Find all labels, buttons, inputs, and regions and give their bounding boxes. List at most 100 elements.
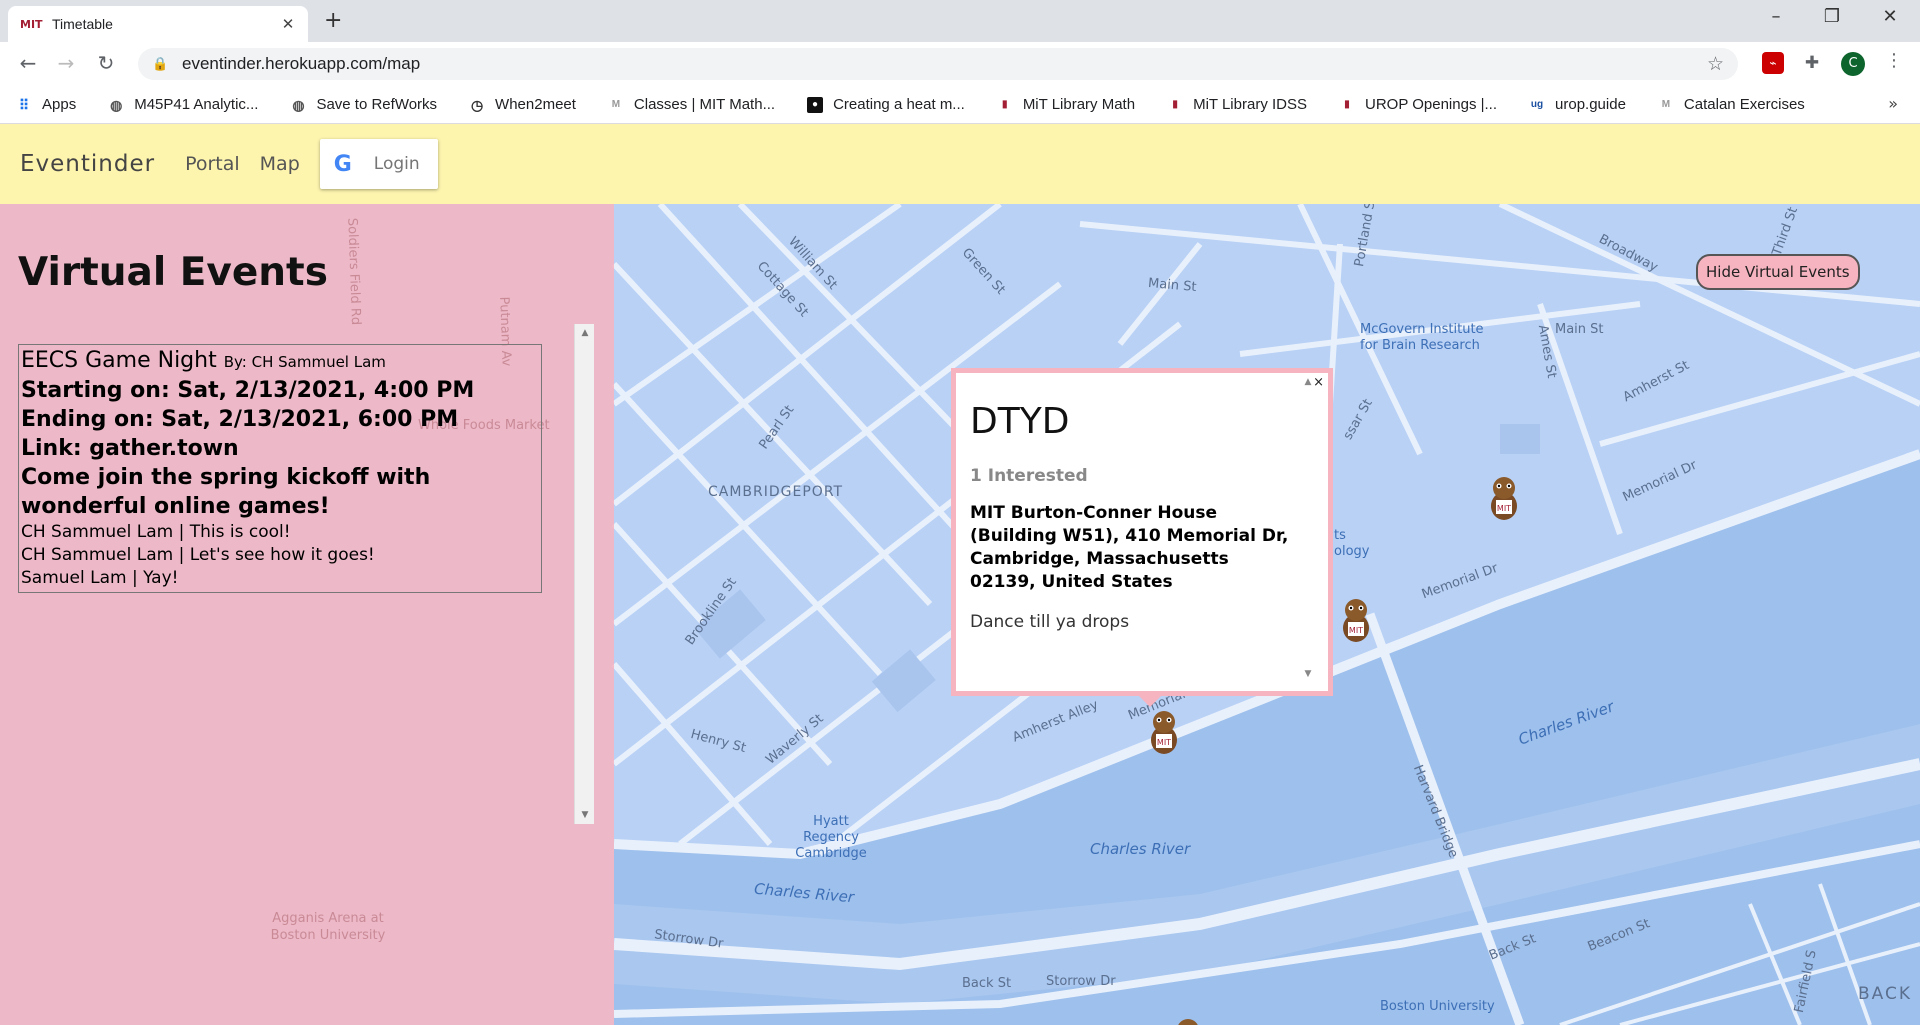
address-bar[interactable]: 🔒 eventinder.herokuapp.com/map ☆ [138,48,1738,80]
back-icon[interactable]: ← [14,51,42,75]
ug-icon: ug [1530,98,1544,110]
scroll-down-icon[interactable]: ▼ [575,810,595,820]
bookmark-apps[interactable]: ⠿ Apps [16,96,76,113]
popup-scrollbar[interactable]: ▲ ▼ [1300,373,1316,691]
map-label: Charles River [1090,840,1191,858]
apps-grid-icon: ⠿ [18,96,30,113]
event-comment: CH Sammuel Lam | This is cool! [21,522,291,542]
reload-icon[interactable]: ↻ [92,51,120,75]
forward-icon[interactable]: → [52,51,80,75]
event-comment: CH Sammuel Lam | Let's see how it goes! [21,545,375,565]
clock-icon: ◷ [470,96,484,113]
map-label: Storrow Dr [1046,974,1116,989]
mit-favicon-icon: MIT [20,17,43,31]
mit-icon: ▮ [1172,98,1178,110]
bookmark-m45p41[interactable]: ◍ M45P41 Analytic... [108,96,258,113]
app-navbar: Eventinder Portal Map G Login [0,124,1920,204]
map-label: Soldiers Field Rd [344,217,364,326]
google-login-button[interactable]: G Login [319,139,438,189]
bookmark-library-idss[interactable]: ▮ MiT Library IDSS [1167,96,1307,113]
google-icon: G [333,151,352,177]
virtual-events-list[interactable]: EECS Game Night By: CH Sammuel Lam Start… [16,324,594,824]
map-label: Boston University [1380,999,1495,1014]
event-author: By: CH Sammuel Lam [223,353,386,371]
map-label: McGovern Institute for Brain Research [1360,322,1484,353]
login-label: Login [373,154,420,174]
event-comment: Samuel Lam | Yay! [21,568,179,588]
map-label: Back St [962,976,1012,991]
event-marker-beaver-icon[interactable]: MIT [1484,474,1524,522]
event-marker-beaver-icon[interactable] [1168,1016,1208,1025]
bookmark-classes-mit-math[interactable]: M Classes | MIT Math... [608,96,775,113]
map-label: CAMBRIDGEPORT [708,484,844,500]
bookmark-urop-openings[interactable]: ▮ UROP Openings |... [1339,96,1497,113]
mit-icon: ▮ [1344,98,1350,110]
pdf-extension-icon[interactable]: ⌁ [1762,52,1784,74]
browser-menu-icon[interactable]: ⋮ [1885,50,1903,71]
bookmark-catalan[interactable]: M Catalan Exercises [1658,96,1805,113]
bookmarks-bar: ⠿ Apps ◍ M45P41 Analytic... ◍ Save to RefWo… [0,86,1920,124]
scroll-up-icon[interactable]: ▲ [575,328,595,338]
hide-virtual-events-button[interactable]: Hide Virtual Events [1696,254,1860,290]
event-description: Come join the spring kickoff with wonder… [21,465,431,519]
event-link[interactable]: Link: gather.town [21,434,540,463]
more-bookmarks-icon[interactable]: » [1888,94,1898,113]
events-scrollbar[interactable]: ▲ ▼ [574,324,594,824]
restore-icon[interactable]: ❐ [1812,6,1852,27]
bookmark-heat-map[interactable]: ● Creating a heat m... [807,96,965,113]
bookmark-urop-guide[interactable]: ug urop.guide [1529,96,1626,113]
event-address: MIT Burton-Conner House (Building W51), … [970,503,1289,592]
bookmark-star-icon[interactable]: ☆ [1707,53,1724,75]
browser-toolbar: ← → ↻ 🔒 eventinder.herokuapp.com/map ☆ ⌁… [0,42,1920,86]
event-marker-beaver-icon[interactable]: MIT [1336,596,1376,644]
svg-text:MIT: MIT [1157,738,1171,747]
minimize-icon[interactable]: – [1756,6,1796,27]
mit-icon: ▮ [1002,98,1008,110]
bookmark-refworks[interactable]: ◍ Save to RefWorks [290,96,437,113]
event-name: EECS Game Night [21,348,217,373]
mit-math-icon: M [611,98,621,110]
nav-map[interactable]: Map [260,153,300,175]
new-tab-icon[interactable]: + [324,8,342,33]
close-tab-icon[interactable]: ✕ [280,15,296,33]
close-window-icon[interactable]: ✕ [1870,6,1910,27]
map-label: BACK [1858,984,1913,1004]
map-label: ology [1334,544,1370,559]
globe-icon: ◍ [110,96,123,113]
svg-text:MIT: MIT [1497,504,1511,513]
close-popup-icon[interactable]: × [1313,375,1324,390]
popup-content[interactable]: DTYD 1 Interested MIT Burton-Conner Hous… [956,373,1300,691]
virtual-events-panel: Soldiers Field Rd Whole Foods Market Put… [0,204,614,1025]
panel-title: Virtual Events [18,250,328,295]
popup-pointer [1138,695,1162,707]
event-description: Dance till ya drops [970,612,1130,632]
extensions-puzzle-icon[interactable]: ✚ [1801,52,1823,74]
map-label: ts [1334,528,1346,543]
map-label: Agganis Arena at Boston University [270,911,386,943]
svg-text:MIT: MIT [1349,626,1363,635]
bookmark-when2meet[interactable]: ◷ When2meet [469,96,576,113]
map-label: Main St [1555,322,1604,337]
event-popup: DTYD 1 Interested MIT Burton-Conner Hous… [951,368,1333,707]
nav-portal[interactable]: Portal [185,153,240,175]
browser-tabstrip: MIT Timetable ✕ + – ❐ ✕ [0,0,1920,42]
browser-tab[interactable]: MIT Timetable ✕ [8,6,308,42]
virtual-event-card[interactable]: EECS Game Night By: CH Sammuel Lam Start… [18,344,542,593]
lock-icon: 🔒 [152,56,169,72]
video-icon: ● [807,96,824,113]
scroll-down-icon[interactable]: ▼ [1300,669,1316,679]
event-marker-beaver-icon[interactable]: MIT [1144,708,1184,756]
url-text[interactable]: eventinder.herokuapp.com/map [172,54,1707,74]
bookmark-library-math[interactable]: ▮ MiT Library Math [997,96,1135,113]
event-end: Ending on: Sat, 2/13/2021, 6:00 PM [21,407,459,432]
mit-math-icon: M [1661,98,1671,110]
popup-title: DTYD [970,401,1070,442]
map-label: Hyatt Regency Cambridge [795,814,867,861]
event-start: Starting on: Sat, 2/13/2021, 4:00 PM [21,378,475,403]
brand-logo[interactable]: Eventinder [20,151,155,177]
tab-title: Timetable [52,16,113,32]
event-header: EECS Game Night By: CH Sammuel Lam [21,347,540,376]
interested-count[interactable]: 1 Interested [970,466,1290,486]
globe-icon: ◍ [292,96,305,113]
profile-avatar[interactable]: C [1841,52,1865,76]
